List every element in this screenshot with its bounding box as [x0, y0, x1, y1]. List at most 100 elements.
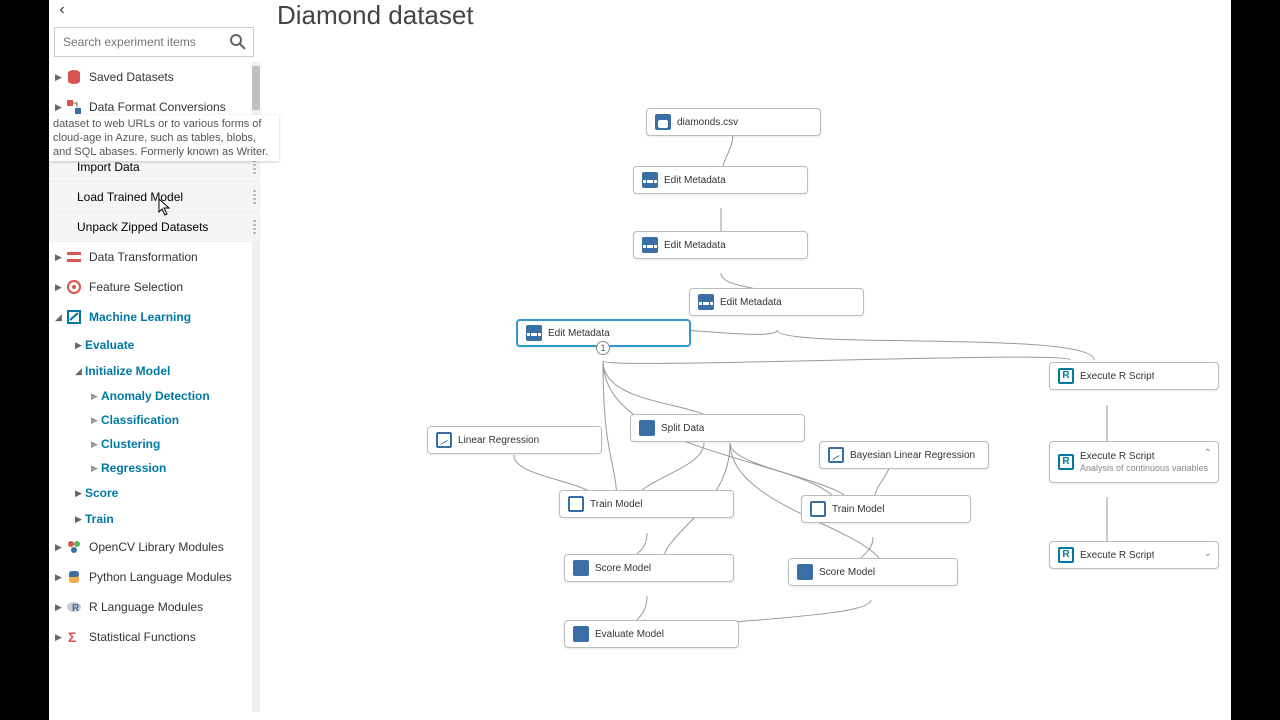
cat-machine-learning[interactable]: ◢ Machine Learning [49, 302, 259, 332]
cat-saved-datasets[interactable]: ▶ Saved Datasets [49, 62, 259, 92]
node-label: Linear Regression [458, 435, 539, 446]
sigma-icon: Σ [65, 628, 83, 646]
expand-icon: ▶ [75, 514, 85, 525]
edit-metadata-icon [698, 294, 714, 310]
bayesian-lr-icon [828, 447, 844, 463]
node-label: Train Model [590, 499, 642, 510]
node-execute-r-script-1[interactable]: R Execute R Script [1049, 362, 1219, 390]
cat-data-transformation[interactable]: ▶ Data Transformation [49, 242, 259, 272]
experiment-title: Diamond dataset [277, 0, 474, 31]
node-edit-metadata-2[interactable]: Edit Metadata [633, 231, 808, 259]
ml-initialize-model[interactable]: ◢Initialize Model [49, 358, 259, 384]
expand-icon: ▶ [91, 391, 101, 402]
evaluate-model-icon [573, 626, 589, 642]
cat-opencv[interactable]: ▶ OpenCV Library Modules [49, 532, 259, 562]
python-icon [65, 568, 83, 586]
cat-label: Machine Learning [89, 310, 191, 324]
ml-regression[interactable]: ▶Regression [49, 456, 259, 480]
node-execute-r-script-3[interactable]: R Execute R Script ⌄ [1049, 541, 1219, 569]
transform-icon [65, 248, 83, 266]
r-script-icon: R [1058, 547, 1074, 563]
node-sublabel: Analysis of continuous variables [1080, 463, 1208, 473]
cat-feature-selection[interactable]: ▶ Feature Selection [49, 272, 259, 302]
expand-icon: ▶ [55, 102, 65, 113]
node-linear-regression[interactable]: Linear Regression [427, 426, 602, 454]
search-container [54, 27, 254, 57]
convert-icon [65, 98, 83, 116]
expand-icon: ▶ [55, 72, 65, 83]
node-train-model-1[interactable]: Train Model [559, 490, 734, 518]
opencv-icon [65, 538, 83, 556]
ml-train[interactable]: ▶Train [49, 506, 259, 532]
node-label: Edit Metadata [664, 240, 726, 251]
expand-icon: ▶ [91, 439, 101, 450]
module-label: Load Trained Model [77, 190, 183, 204]
svg-text:Σ: Σ [68, 629, 76, 645]
node-dataset-csv[interactable]: diamonds.csv [646, 108, 821, 136]
ml-evaluate[interactable]: ▶Evaluate [49, 332, 259, 358]
node-label: Edit Metadata [548, 328, 610, 339]
drag-handle-icon [253, 160, 256, 174]
node-score-model-2[interactable]: Score Model [788, 558, 958, 586]
ml-icon [65, 308, 83, 326]
ml-clustering[interactable]: ▶Clustering [49, 432, 259, 456]
node-score-model-1[interactable]: Score Model [564, 554, 734, 582]
database-icon [65, 68, 83, 86]
dataset-icon [655, 114, 671, 130]
cat-statistical[interactable]: ▶ Σ Statistical Functions [49, 622, 259, 652]
experiment-canvas[interactable]: diamonds.csv Edit Metadata Edit Metadata… [261, 30, 1231, 720]
train-model-icon [810, 501, 826, 517]
cat-python[interactable]: ▶ Python Language Modules [49, 562, 259, 592]
node-label: Execute R Script [1080, 371, 1154, 382]
search-input[interactable] [55, 28, 225, 56]
node-split-data[interactable]: Split Data [630, 414, 805, 442]
node-evaluate-model[interactable]: Evaluate Model [564, 620, 739, 648]
module-label: Import Data [77, 160, 140, 174]
expand-icon: ▶ [55, 602, 65, 613]
node-label: Execute R Script [1080, 451, 1208, 462]
expand-icon: ▶ [75, 340, 85, 351]
node-label: Bayesian Linear Regression [850, 450, 975, 461]
linear-regression-icon [436, 432, 452, 448]
cat-r[interactable]: ▶ R R Language Modules [49, 592, 259, 622]
cat-label: R Language Modules [89, 600, 203, 614]
node-train-model-2[interactable]: Train Model [801, 495, 971, 523]
ml-classification[interactable]: ▶Classification [49, 408, 259, 432]
cat-label: Python Language Modules [89, 570, 232, 584]
svg-text:R: R [72, 603, 80, 614]
cat-label: OpenCV Library Modules [89, 540, 224, 554]
cat-label: Saved Datasets [89, 70, 174, 84]
sub-label: Classification [101, 413, 179, 427]
node-label: Score Model [819, 567, 875, 578]
module-label: Unpack Zipped Datasets [77, 220, 208, 234]
score-model-icon [573, 560, 589, 576]
node-label: Execute R Script [1080, 550, 1154, 561]
port-badge[interactable]: 1 [596, 341, 610, 355]
search-icon[interactable] [228, 32, 248, 52]
collapse-icon: ◢ [55, 312, 65, 323]
node-edit-metadata-3[interactable]: Edit Metadata [689, 288, 864, 316]
sub-label: Evaluate [85, 338, 134, 352]
expand-icon: ▶ [75, 488, 85, 499]
split-icon [639, 420, 655, 436]
node-edit-metadata-1[interactable]: Edit Metadata [633, 166, 808, 194]
node-execute-r-script-2[interactable]: R Execute R Script Analysis of continuou… [1049, 441, 1219, 483]
module-unpack-zipped-datasets[interactable]: Unpack Zipped Datasets [49, 212, 259, 242]
ml-anomaly-detection[interactable]: ▶Anomaly Detection [49, 384, 259, 408]
chevron-up-icon[interactable]: ⌃ [1204, 448, 1212, 459]
r-script-icon: R [1058, 454, 1074, 470]
chevron-down-icon[interactable]: ⌄ [1204, 548, 1212, 559]
sub-label: Anomaly Detection [101, 389, 210, 403]
node-label: Split Data [661, 423, 704, 434]
node-label: Edit Metadata [664, 175, 726, 186]
cat-label: Data Format Conversions [89, 100, 226, 114]
cat-label: Data Transformation [89, 250, 198, 264]
node-bayesian-linear-regression[interactable]: Bayesian Linear Regression [819, 441, 989, 469]
sub-label: Train [85, 512, 114, 526]
r-icon: R [65, 598, 83, 616]
module-load-trained-model[interactable]: Load Trained Model [49, 182, 259, 212]
back-button[interactable]: ‹ [52, 0, 72, 20]
sub-label: Initialize Model [85, 364, 170, 378]
ml-score[interactable]: ▶Score [49, 480, 259, 506]
drag-handle-icon [253, 190, 256, 204]
